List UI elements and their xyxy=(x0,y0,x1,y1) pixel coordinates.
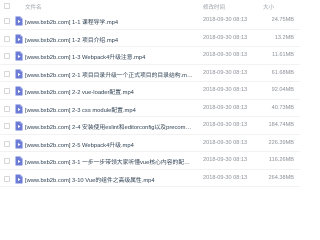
row-checkbox[interactable] xyxy=(4,88,10,94)
video-file-icon xyxy=(15,174,23,183)
video-file-icon xyxy=(15,104,23,113)
file-size: 40.73MB xyxy=(271,104,294,111)
video-file-icon xyxy=(15,51,23,61)
file-date: 2018-09-30 08:13 xyxy=(203,139,248,146)
file-rows: [www.bxb2b.com] 1-1 课程导学.mp4 2018-09-30 0… xyxy=(0,12,300,187)
file-date: 2018-09-30 08:13 xyxy=(203,17,248,23)
file-name[interactable]: [www.bxb2b.com] 2-1 项目目录升级一个正式项目的目录结构.mp… xyxy=(25,70,193,79)
column-header-name[interactable]: 文件名 xyxy=(25,3,42,11)
file-row[interactable]: [www.bxb2b.com] 2-2 vue-loader配置.mp4 2018… xyxy=(0,82,300,100)
file-row[interactable]: [www.bxb2b.com] 2-1 项目目录升级一个正式项目的目录结构.mp… xyxy=(0,65,300,82)
file-row[interactable]: [www.bxb2b.com] 1-1 课程导学.mp4 2018-09-30 0… xyxy=(0,12,300,30)
file-row[interactable]: [www.bxb2b.com] 2-4 安装使用eslint和editorcon… xyxy=(0,117,300,135)
video-file-icon xyxy=(15,16,23,26)
row-checkbox[interactable] xyxy=(4,53,10,59)
video-file-icon xyxy=(15,86,23,96)
video-file-icon xyxy=(15,121,23,131)
column-header-date[interactable]: 修改时间 xyxy=(203,3,225,11)
file-name[interactable]: [www.bxb2b.com] 2-2 vue-loader配置.mp4 xyxy=(25,87,193,96)
file-row[interactable]: [www.bxb2b.com] 2-5 Webpack4升级.mp4 2018-0… xyxy=(0,135,300,152)
select-all-checkbox[interactable] xyxy=(4,3,10,9)
row-checkbox[interactable] xyxy=(4,70,10,77)
file-size: 116.26MB xyxy=(268,157,294,163)
file-size: 11.61MB xyxy=(272,52,294,58)
file-row[interactable]: [www.bxb2b.com] 1-2 项目介绍.mp4 2018-09-30 0… xyxy=(0,30,300,47)
file-name[interactable]: [www.bxb2b.com] 1-1 课程导学.mp4 xyxy=(25,17,193,26)
file-size: 24.75MB xyxy=(271,17,294,23)
file-name[interactable]: [www.bxb2b.com] 1-2 项目介绍.mp4 xyxy=(25,35,193,44)
file-date: 2018-09-30 08:13 xyxy=(203,34,248,41)
video-file-icon xyxy=(15,156,23,166)
file-name[interactable]: [www.bxb2b.com] 1-3 Webpack4升级注意.mp4 xyxy=(25,52,193,61)
row-checkbox[interactable] xyxy=(4,140,10,147)
video-file-icon xyxy=(15,34,23,43)
file-name[interactable]: [www.bxb2b.com] 2-5 Webpack4升级.mp4 xyxy=(25,140,193,149)
file-list: 文件名 修改时间 大小 [www.bxb2b.com] 1-1 课程导学.mp4… xyxy=(0,0,300,200)
file-row[interactable]: [www.bxb2b.com] 1-3 Webpack4升级注意.mp4 2018… xyxy=(0,47,300,65)
file-date: 2018-09-30 08:13 xyxy=(203,52,248,58)
file-date: 2018-09-30 08:13 xyxy=(203,157,248,163)
file-date: 2018-09-30 08:13 xyxy=(203,122,248,128)
file-size: 61.68MB xyxy=(271,69,294,76)
row-checkbox[interactable] xyxy=(4,158,10,164)
row-checkbox[interactable] xyxy=(4,123,10,129)
file-size: 184.74MB xyxy=(268,122,295,128)
file-date: 2018-09-30 08:13 xyxy=(203,104,248,111)
list-header: 文件名 修改时间 大小 xyxy=(0,0,300,12)
file-size: 226.39MB xyxy=(268,139,295,146)
file-name[interactable]: [www.bxb2b.com] 3-1 一步一步带领大家听懂vue核心内容的配置… xyxy=(25,157,193,166)
file-name[interactable]: [www.bxb2b.com] 2-3 css module配置.mp4 xyxy=(25,105,193,114)
row-checkbox[interactable] xyxy=(4,105,10,112)
file-date: 2018-09-30 08:13 xyxy=(203,69,248,76)
file-size: 92.04MB xyxy=(271,87,294,93)
file-date: 2018-09-30 08:13 xyxy=(203,174,248,181)
row-checkbox[interactable] xyxy=(4,18,10,24)
file-row[interactable]: [www.bxb2b.com] 2-3 css module配置.mp4 2018… xyxy=(0,100,300,117)
video-file-icon xyxy=(15,139,23,148)
file-name[interactable]: [www.bxb2b.com] 3-10 Vue的组件之高级属性.mp4 xyxy=(25,175,193,184)
file-size: 13.2MB xyxy=(274,34,294,41)
row-checkbox[interactable] xyxy=(4,35,10,42)
file-size: 264.38MB xyxy=(268,174,295,181)
video-file-icon xyxy=(15,69,23,78)
column-header-size[interactable]: 大小 xyxy=(263,3,274,11)
file-name[interactable]: [www.bxb2b.com] 2-4 安装使用eslint和editorcon… xyxy=(25,122,193,131)
file-date: 2018-09-30 08:13 xyxy=(203,87,248,93)
file-row[interactable]: [www.bxb2b.com] 3-1 一步一步带领大家听懂vue核心内容的配置… xyxy=(0,152,300,170)
row-checkbox[interactable] xyxy=(4,175,10,182)
file-row[interactable]: [www.bxb2b.com] 3-10 Vue的组件之高级属性.mp4 2018… xyxy=(0,170,300,187)
